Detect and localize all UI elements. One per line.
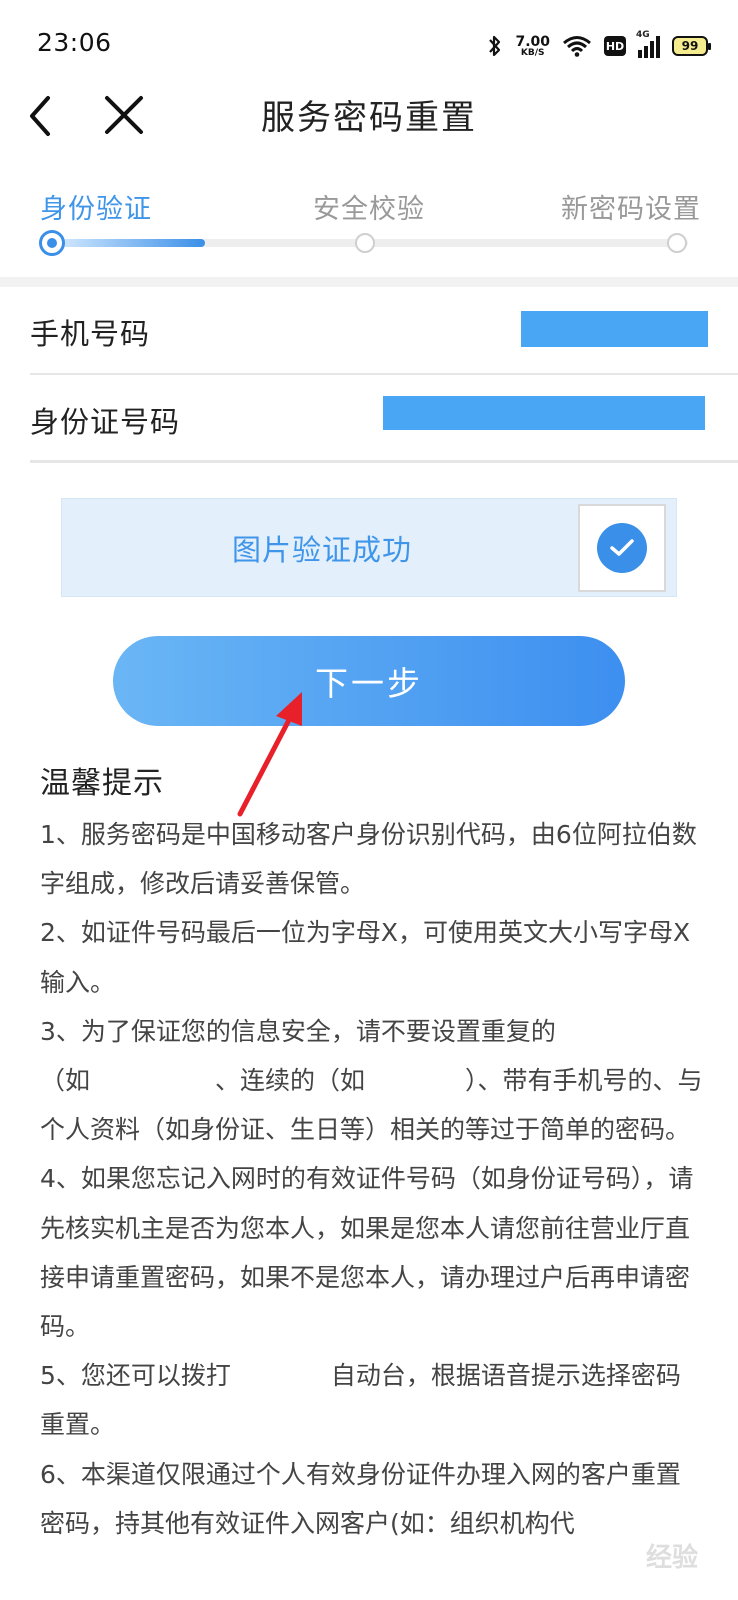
page-title: 服务密码重置 (261, 98, 477, 138)
tips-list: 1、服务密码是中国移动客户身份识别代码，由6位阿拉伯数字组成，修改后请妥善保管。… (40, 810, 705, 1548)
tip-item: 1、服务密码是中国移动客户身份识别代码，由6位阿拉伯数字组成，修改后请妥善保管。 (40, 820, 697, 899)
step-identity-verification: 身份验证 (40, 194, 152, 225)
bluetooth-icon (489, 35, 501, 57)
captcha-verification: 图片验证成功 (61, 498, 677, 597)
step-dot-active (39, 230, 65, 256)
next-step-button[interactable]: 下一步 (113, 636, 625, 726)
tip-item: 2、如证件号码最后一位为字母X，可使用英文大小写字母X输入。 (40, 918, 691, 997)
captcha-checkbox[interactable] (578, 504, 666, 592)
tip-item: 4、如果您忘记入网时的有效证件号码（如身份证号码），请先核实机主是否为您本人，如… (40, 1164, 694, 1342)
status-bar: 23:06 7.00 KB/S HD 4G 99 (0, 0, 738, 80)
id-number-row: 身份证号码 (30, 375, 738, 463)
phone-number-row: 手机号码 (30, 287, 738, 375)
section-divider (0, 277, 738, 287)
captcha-status-text: 图片验证成功 (231, 533, 412, 567)
nav-bar: 服务密码重置 (0, 80, 738, 150)
step-dot (667, 233, 687, 253)
id-number-label: 身份证号码 (30, 405, 181, 439)
phone-number-value-redacted (521, 311, 708, 347)
hd-icon: HD (604, 36, 626, 56)
watermark: 经验 (645, 1543, 698, 1573)
annotation-arrow-icon (237, 692, 302, 817)
tip-item: 6、本渠道仅限通过个人有效身份证件办理入网的客户重置密码，持其他有效证件入网客户… (40, 1459, 681, 1538)
check-icon (597, 523, 647, 573)
status-time: 23:06 (37, 28, 112, 57)
stepper-progress-fill (52, 239, 205, 247)
step-new-password: 新密码设置 (561, 194, 701, 225)
signal-icon: 4G (636, 30, 660, 58)
network-speed: 7.00 KB/S (515, 33, 550, 58)
tip-item: 5、您还可以拨打 自动台，根据语音提示选择密码重置。 (40, 1361, 681, 1440)
status-icons: 7.00 KB/S HD 4G 99 (487, 28, 711, 64)
tips-title: 温馨提示 (40, 766, 164, 801)
step-dot (355, 233, 375, 253)
id-number-value-redacted (383, 396, 705, 430)
tip-item: 3、为了保证您的信息安全，请不要设置重复的（如 、连续的（如 ）、带有手机号的、… (40, 1016, 703, 1145)
progress-stepper: 身份验证 安全校验 新密码设置 (0, 175, 738, 275)
phone-number-label: 手机号码 (30, 317, 151, 351)
battery-icon: 99 (672, 36, 711, 56)
step-security-check: 安全校验 (313, 194, 425, 225)
wifi-icon (563, 36, 591, 57)
